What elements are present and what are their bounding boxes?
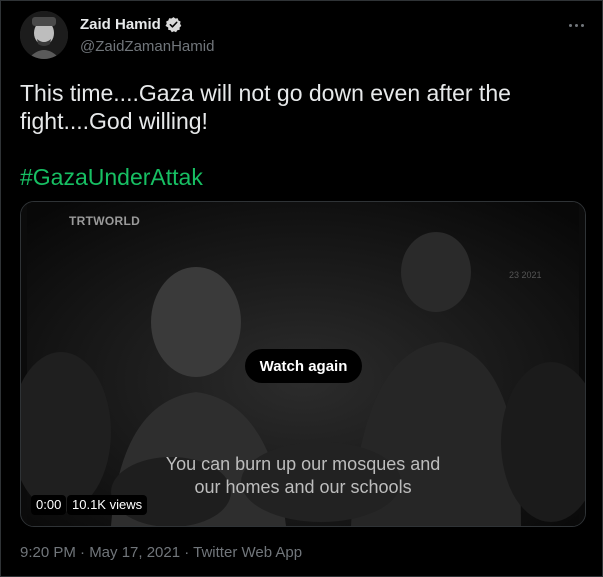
author-handle[interactable]: @ZaidZamanHamid	[80, 38, 214, 55]
trt-world-watermark: TRTWORLD	[69, 214, 141, 228]
video-caption: You can burn up our mosques and our home…	[21, 453, 585, 499]
verified-badge-icon	[165, 16, 182, 33]
video-views-badge: 10.1K views	[67, 495, 148, 515]
avatar[interactable]	[20, 11, 68, 59]
video-time-badge: 0:00	[31, 495, 67, 515]
tweet-timestamp[interactable]: 9:20 PM · May 17, 2021 · Twitter Web App	[20, 544, 302, 561]
watch-again-button[interactable]: Watch again	[245, 349, 362, 383]
more-options-icon[interactable]	[564, 15, 588, 35]
caption-line-1: You can burn up our mosques and	[165, 454, 441, 474]
video-player[interactable]: TRTWORLD 23 2021 Watch again You can bur…	[20, 201, 586, 527]
hashtag-link[interactable]: #GazaUnderAttak	[20, 163, 203, 191]
tweet-text: This time....Gaza will not go down even …	[20, 80, 511, 134]
author-name[interactable]: Zaid Hamid	[80, 16, 182, 33]
author-name-label[interactable]: Zaid Hamid	[80, 16, 161, 33]
tweet-card: Zaid Hamid @ZaidZamanHamid This time....…	[0, 0, 603, 577]
video-date-mark: 23 2021	[509, 270, 542, 280]
